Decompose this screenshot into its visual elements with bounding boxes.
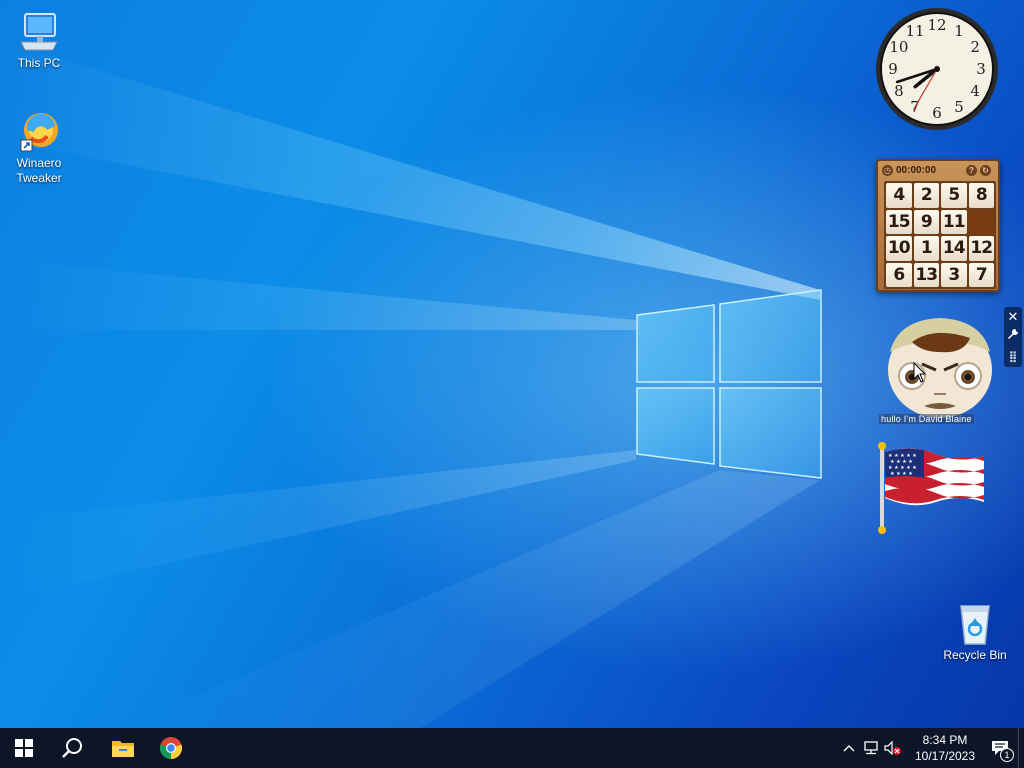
close-icon[interactable]: ✕ <box>1004 307 1022 327</box>
winaero-tweaker-shortcut[interactable]: Winaero Tweaker <box>2 110 76 186</box>
david-blaine-face-gadget[interactable] <box>878 312 998 430</box>
face-gadget-caption: hullo I'm David Blaine <box>879 414 974 424</box>
puzzle-board: 4 2 5 8 15 9 11 10 1 14 12 6 13 3 7 <box>884 181 996 289</box>
puzzle-timer: 00:00:00 <box>896 165 937 176</box>
puzzle-tile[interactable]: 12 <box>968 236 994 261</box>
volume-button[interactable] <box>882 728 904 768</box>
clock-numeral: 12 <box>927 16 946 34</box>
start-button[interactable] <box>0 728 48 768</box>
notification-count-badge: 1 <box>1000 748 1014 762</box>
chrome-icon <box>159 737 183 760</box>
start-icon <box>15 739 33 757</box>
pause-icon[interactable]: ◷ <box>882 165 893 176</box>
puzzle-toolbar: ◷ 00:00:00 ? ↻ <box>882 164 994 177</box>
file-explorer-icon <box>112 741 134 757</box>
puzzle-tile[interactable]: 10 <box>886 236 912 261</box>
clock-numeral: 9 <box>888 60 898 78</box>
puzzle-tile[interactable]: 9 <box>913 209 939 234</box>
winaero-tweaker-label: Winaero Tweaker <box>16 156 62 185</box>
show-desktop-button[interactable] <box>1018 728 1024 768</box>
clock-numeral: 8 <box>894 82 904 100</box>
analog-clock-gadget[interactable]: 121234567891011 <box>874 6 1000 132</box>
desktop[interactable]: This PC Winaero Tweaker Recycle Bin <box>0 0 1024 728</box>
action-center-button[interactable]: 1 <box>982 728 1018 768</box>
puzzle-tile[interactable]: 8 <box>968 183 994 208</box>
taskbar-clock[interactable]: 8:34 PM 10/17/2023 <box>908 732 982 764</box>
mouse-cursor-icon <box>913 362 927 383</box>
puzzle-tile[interactable]: 13 <box>913 262 939 287</box>
help-icon[interactable]: ? <box>966 165 977 176</box>
chevron-up-icon <box>843 745 855 752</box>
puzzle-tile[interactable]: 15 <box>886 209 912 234</box>
us-flag-icon[interactable]: ★ ★ ★ ★ ★ ★ ★ ★ ★ ★ ★ ★ ★ ★ ★ ★ ★ ★ <box>874 440 990 536</box>
winaero-tweaker-icon <box>20 113 58 152</box>
puzzle-tile[interactable]: 14 <box>941 236 967 261</box>
clock-numeral: 2 <box>970 38 980 56</box>
puzzle-tile[interactable]: 5 <box>941 183 967 208</box>
svg-text:★ ★ ★ ★: ★ ★ ★ ★ <box>890 471 913 477</box>
clock-numeral: 6 <box>932 104 942 122</box>
shuffle-icon[interactable]: ↻ <box>980 165 991 176</box>
file-explorer-button[interactable] <box>99 728 147 768</box>
volume-muted-icon <box>884 741 901 755</box>
clock-numeral: 1 <box>954 22 964 40</box>
taskbar: 8:34 PM 10/17/2023 1 <box>0 728 1024 768</box>
chrome-button[interactable] <box>147 728 195 768</box>
options-wrench-icon[interactable] <box>1004 327 1022 347</box>
recycle-bin-label: Recycle Bin <box>943 648 1007 662</box>
puzzle-tile[interactable]: 1 <box>913 236 939 261</box>
picture-puzzle-gadget[interactable]: ◷ 00:00:00 ? ↻ 4 2 5 8 15 9 11 10 1 14 12 6 13 3 7 <box>876 159 1000 292</box>
clock-numeral: 10 <box>889 38 908 56</box>
puzzle-tile[interactable]: 2 <box>913 183 939 208</box>
search-button[interactable] <box>48 728 96 768</box>
puzzle-tile[interactable]: 6 <box>886 262 912 287</box>
puzzle-tile[interactable]: 4 <box>886 183 912 208</box>
show-hidden-icons-button[interactable] <box>838 728 860 768</box>
recycle-bin-shortcut[interactable]: Recycle Bin <box>938 602 1012 663</box>
clock-numeral: 3 <box>976 60 986 78</box>
system-tray: 8:34 PM 10/17/2023 1 <box>838 728 1024 768</box>
this-pc-shortcut[interactable]: This PC <box>2 10 76 71</box>
puzzle-tile[interactable]: 11 <box>941 209 967 234</box>
search-icon <box>62 738 82 758</box>
taskbar-time: 8:34 PM <box>922 733 968 747</box>
recycle-bin-icon <box>960 605 990 645</box>
this-pc-icon <box>20 13 58 51</box>
network-icon <box>864 741 878 755</box>
clock-numeral: 5 <box>954 98 964 116</box>
puzzle-empty-slot[interactable] <box>968 209 994 234</box>
network-button[interactable] <box>860 728 882 768</box>
drag-handle-icon[interactable]: ⣿ <box>1004 347 1022 367</box>
wallpaper-beams <box>0 40 822 728</box>
taskbar-date: 10/17/2023 <box>914 749 976 763</box>
this-pc-label: This PC <box>17 56 61 70</box>
puzzle-tile[interactable]: 7 <box>968 262 994 287</box>
clock-numeral: 11 <box>905 22 924 40</box>
puzzle-tile[interactable]: 3 <box>941 262 967 287</box>
clock-numeral: 4 <box>970 82 980 100</box>
gadget-controls: ✕ ⣿ <box>1004 307 1022 367</box>
